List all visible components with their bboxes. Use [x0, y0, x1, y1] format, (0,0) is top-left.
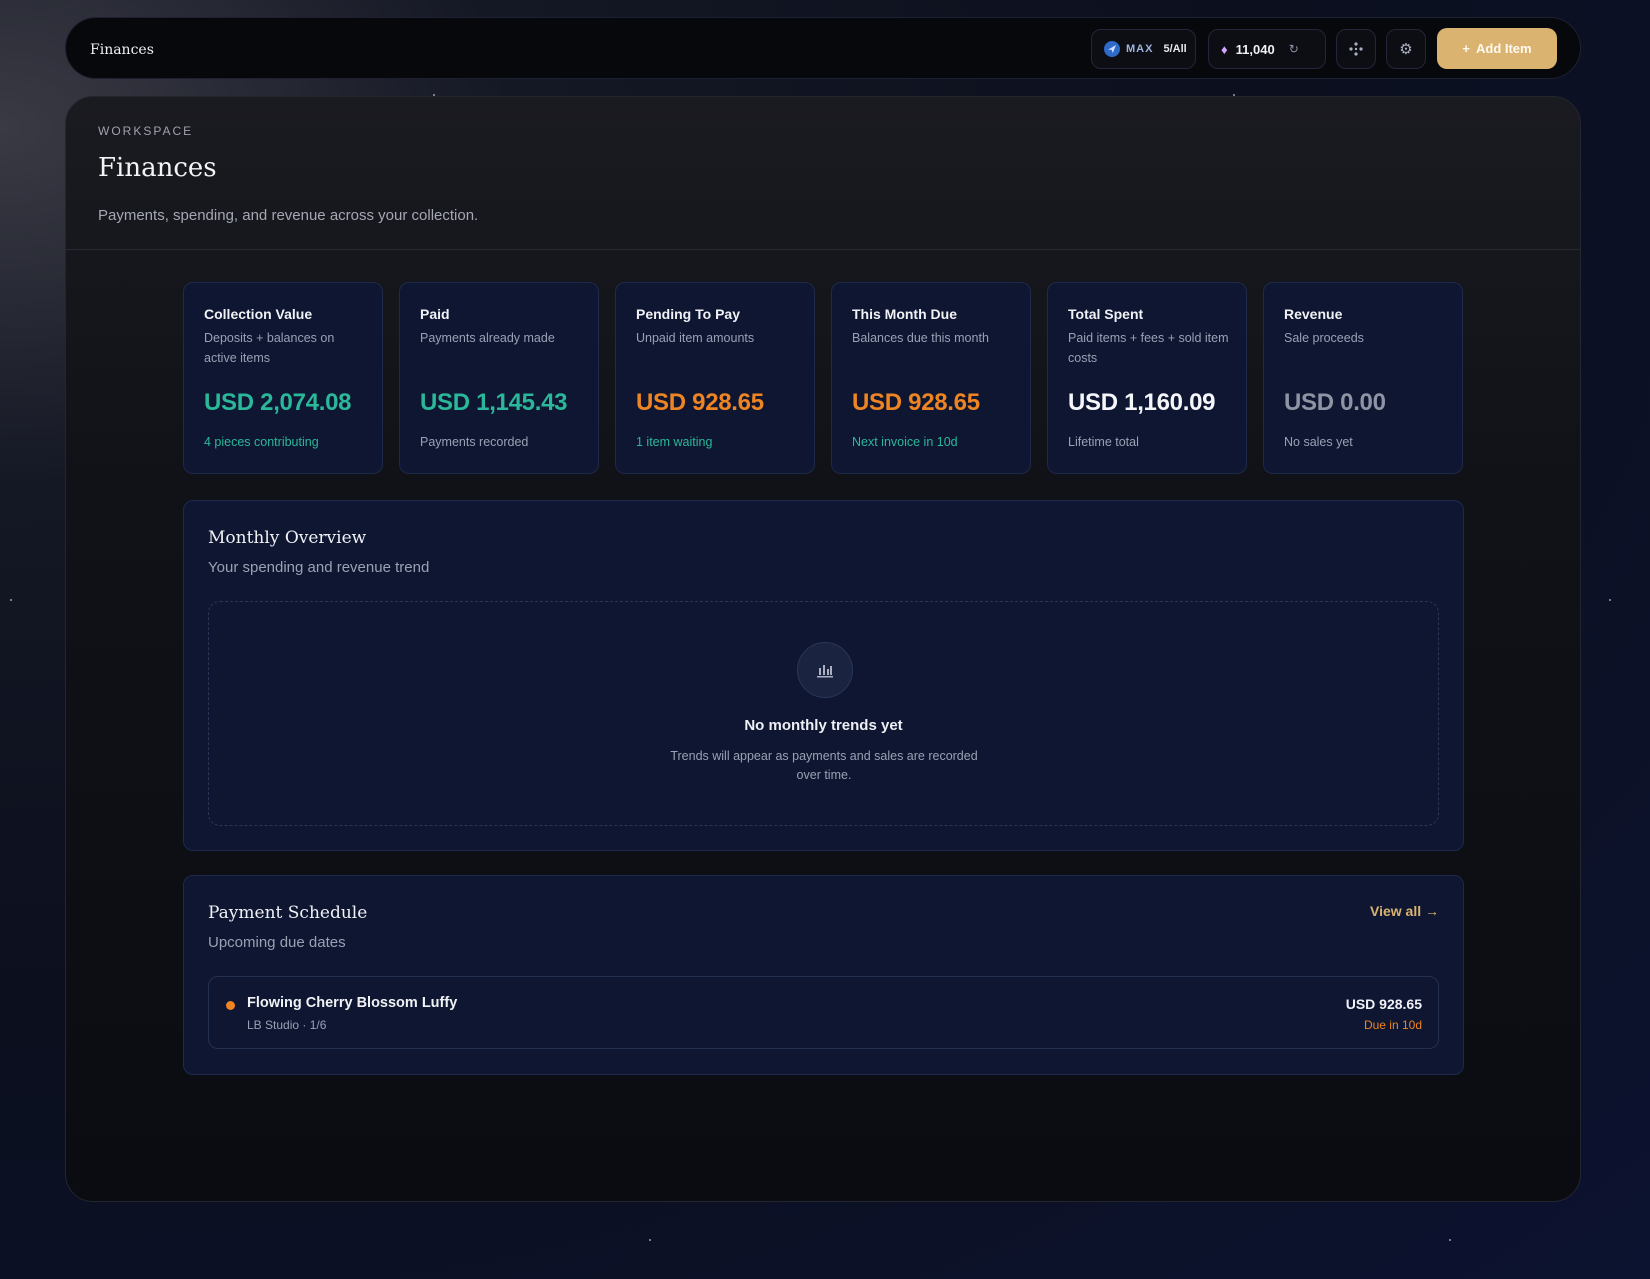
stat-card-pending-to-pay[interactable]: Pending To Pay Unpaid item amounts USD 9… — [615, 282, 815, 474]
empty-state-icon-circle — [797, 642, 853, 698]
empty-state-title: No monthly trends yet — [744, 717, 903, 734]
card-description: Paid items + fees + sold item costs — [1068, 331, 1229, 365]
card-title: Revenue — [1284, 306, 1343, 322]
add-item-label: Add Item — [1475, 41, 1532, 56]
card-title: Total Spent — [1068, 306, 1144, 322]
refresh-icon[interactable]: ↻ — [1289, 42, 1299, 56]
card-footnote: 1 item waiting — [636, 435, 713, 449]
card-footnote: No sales yet — [1284, 435, 1353, 449]
gear-icon: ⚙ — [1399, 41, 1413, 58]
payment-schedule-section: Payment Schedule Upcoming due dates View… — [183, 875, 1464, 1075]
page-header: WORKSPACE Finances Payments, spending, a… — [66, 97, 1580, 250]
bar-chart-icon — [817, 665, 833, 678]
card-footnote: Lifetime total — [1068, 435, 1139, 449]
settings-button[interactable]: ⚙ — [1386, 29, 1426, 69]
card-title: Collection Value — [204, 306, 313, 322]
plan-badge[interactable]: MAX 5/All — [1091, 29, 1196, 69]
stat-card-total-spent[interactable]: Total Spent Paid items + fees + sold ite… — [1047, 282, 1247, 474]
item-name: Flowing Cherry Blossom Luffy — [247, 995, 458, 1011]
item-due: Due in 10d — [1363, 1018, 1422, 1032]
telegram-plane-icon — [1104, 41, 1120, 57]
card-description: Payments already made — [420, 331, 555, 345]
view-all-link[interactable]: View all → — [1370, 903, 1439, 919]
section-subtitle: Your spending and revenue trend — [208, 559, 430, 576]
stat-card-paid[interactable]: Paid Payments already made USD 1,145.43 … — [399, 282, 599, 474]
add-item-button[interactable]: + Add Item — [1437, 28, 1557, 69]
status-dot — [226, 1001, 235, 1010]
card-footnote: Next invoice in 10d — [852, 435, 958, 449]
card-description: Deposits + balances on active items — [204, 331, 335, 365]
card-description: Sale proceeds — [1284, 331, 1364, 345]
star-dot — [1449, 1239, 1451, 1241]
credits-badge[interactable]: ♦ 11,040 ↻ — [1208, 29, 1326, 69]
empty-state: No monthly trends yet Trends will appear… — [208, 601, 1439, 826]
card-title: Pending To Pay — [636, 306, 740, 322]
card-value: USD 1,145.43 — [420, 389, 568, 416]
nodes-icon — [1349, 42, 1363, 56]
stat-card-this-month-due[interactable]: This Month Due Balances due this month U… — [831, 282, 1031, 474]
card-footnote: 4 pieces contributing — [204, 435, 319, 449]
item-amount: USD 928.65 — [1345, 996, 1422, 1012]
section-subtitle: Upcoming due dates — [208, 934, 346, 951]
card-value: USD 2,074.08 — [204, 389, 352, 416]
card-title: Paid — [420, 306, 450, 322]
credits-count: 11,040 — [1235, 41, 1275, 57]
page-title: Finances — [98, 153, 217, 183]
monthly-overview-section: Monthly Overview Your spending and reven… — [183, 500, 1464, 851]
card-value: USD 928.65 — [636, 389, 764, 416]
card-title: This Month Due — [852, 306, 957, 322]
card-value: USD 928.65 — [852, 389, 980, 416]
schedule-row[interactable]: Flowing Cherry Blossom Luffy LB Studio ·… — [208, 976, 1439, 1049]
section-title: Payment Schedule — [208, 903, 368, 923]
nodes-button[interactable] — [1336, 29, 1376, 69]
star-dot — [1609, 599, 1611, 601]
item-meta: LB Studio · 1/6 — [247, 1018, 327, 1032]
top-bar: Finances MAX 5/All ♦ 11,040 ↻ ⚙ + Add It… — [65, 17, 1581, 79]
empty-state-text: Trends will appear as payments and sales… — [670, 749, 978, 782]
gem-icon: ♦ — [1221, 41, 1228, 57]
stat-card-collection-value[interactable]: Collection Value Deposits + balances on … — [183, 282, 383, 474]
stat-cards: Collection Value Deposits + balances on … — [183, 282, 1463, 474]
plan-name: MAX — [1126, 43, 1154, 55]
main-panel: WORKSPACE Finances Payments, spending, a… — [65, 96, 1581, 1202]
section-title: Monthly Overview — [208, 528, 367, 548]
card-value: USD 1,160.09 — [1068, 389, 1216, 416]
card-footnote: Payments recorded — [420, 435, 529, 449]
workspace-label: WORKSPACE — [98, 124, 194, 138]
star-dot — [10, 599, 12, 601]
card-description: Balances due this month — [852, 331, 989, 345]
stat-card-revenue[interactable]: Revenue Sale proceeds USD 0.00 No sales … — [1263, 282, 1463, 474]
page-subtitle: Payments, spending, and revenue across y… — [98, 207, 479, 224]
star-dot — [649, 1239, 651, 1241]
card-description: Unpaid item amounts — [636, 331, 755, 345]
plan-count: 5/All — [1163, 43, 1187, 55]
app-title: Finances — [90, 42, 154, 58]
card-value: USD 0.00 — [1284, 389, 1386, 416]
plus-icon: + — [1462, 41, 1470, 56]
